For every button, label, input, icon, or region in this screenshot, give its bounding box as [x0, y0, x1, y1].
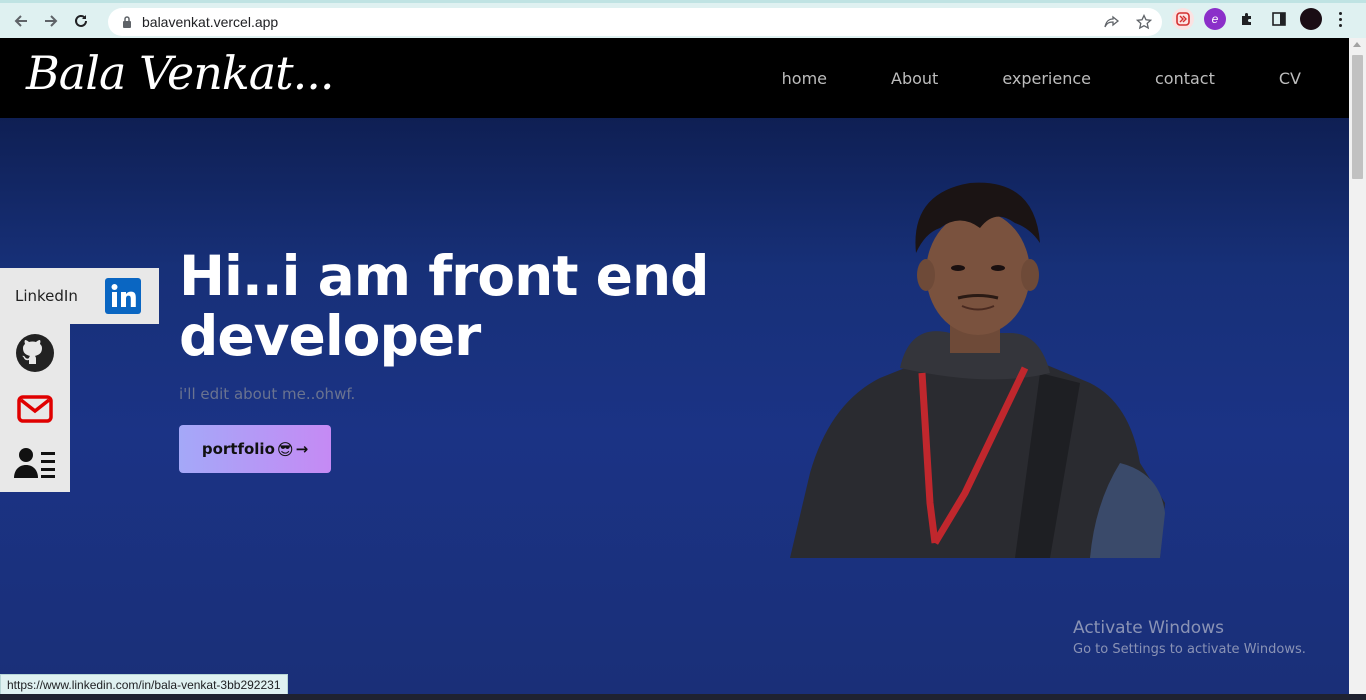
extension-purple-icon[interactable]: e: [1204, 8, 1226, 30]
forward-icon[interactable]: [36, 6, 66, 36]
address-bar[interactable]: balavenkat.vercel.app: [108, 8, 1162, 36]
url-text[interactable]: balavenkat.vercel.app: [142, 14, 278, 30]
scroll-thumb[interactable]: [1352, 55, 1363, 179]
linkedin-link[interactable]: LinkedIn: [0, 268, 159, 324]
nav-home[interactable]: home: [782, 69, 827, 88]
sunglasses-emoji-icon: 😎: [276, 439, 294, 459]
page-scrollbar[interactable]: [1349, 38, 1366, 694]
nav-about[interactable]: About: [891, 69, 938, 88]
portfolio-button-label: portfolio: [201, 440, 275, 458]
reload-icon[interactable]: [66, 6, 96, 36]
hero-subtitle: i'll edit about me..ohwf.: [179, 385, 356, 403]
side-panel-icon[interactable]: [1268, 8, 1290, 30]
extension-red-icon[interactable]: [1172, 8, 1194, 30]
nav-experience[interactable]: experience: [1002, 69, 1091, 88]
watermark-title: Activate Windows: [1073, 618, 1224, 638]
arrow-right-icon: →: [295, 440, 309, 458]
github-icon[interactable]: [14, 332, 56, 374]
contact-card-icon[interactable]: [14, 442, 56, 484]
bookmark-star-icon[interactable]: [1134, 12, 1154, 32]
hero-title: Hi..i am front end developer: [179, 244, 710, 368]
share-icon[interactable]: [1102, 12, 1122, 32]
puzzle-icon[interactable]: [1236, 8, 1258, 30]
watermark-subtitle: Go to Settings to activate Windows.: [1073, 642, 1306, 657]
mail-icon[interactable]: [14, 388, 56, 430]
back-icon[interactable]: [6, 6, 36, 36]
scroll-up-arrow-icon[interactable]: [1353, 42, 1361, 47]
browser-toolbar: balavenkat.vercel.app e: [0, 0, 1366, 38]
site-logo[interactable]: Bala Venkat...: [26, 46, 334, 100]
activate-windows-watermark: Activate Windows Go to Settings to activ…: [1073, 618, 1306, 657]
site-navbar: Bala Venkat... home About experience con…: [0, 38, 1349, 118]
social-icons-panel: [0, 324, 70, 492]
linkedin-label: LinkedIn: [15, 287, 78, 305]
nav-cv[interactable]: CV: [1279, 69, 1301, 88]
linkedin-icon[interactable]: [105, 278, 141, 319]
lock-icon: [120, 15, 134, 29]
nav-contact[interactable]: contact: [1155, 69, 1215, 88]
more-menu-icon[interactable]: [1332, 8, 1348, 30]
profile-photo: [790, 182, 1165, 558]
link-status-bar: https://www.linkedin.com/in/bala-venkat-…: [0, 674, 288, 695]
profile-avatar[interactable]: [1300, 8, 1322, 30]
portfolio-button[interactable]: portfolio 😎 →: [179, 425, 331, 473]
web-page: Bala Venkat... home About experience con…: [0, 38, 1349, 694]
os-taskbar: [0, 694, 1366, 700]
